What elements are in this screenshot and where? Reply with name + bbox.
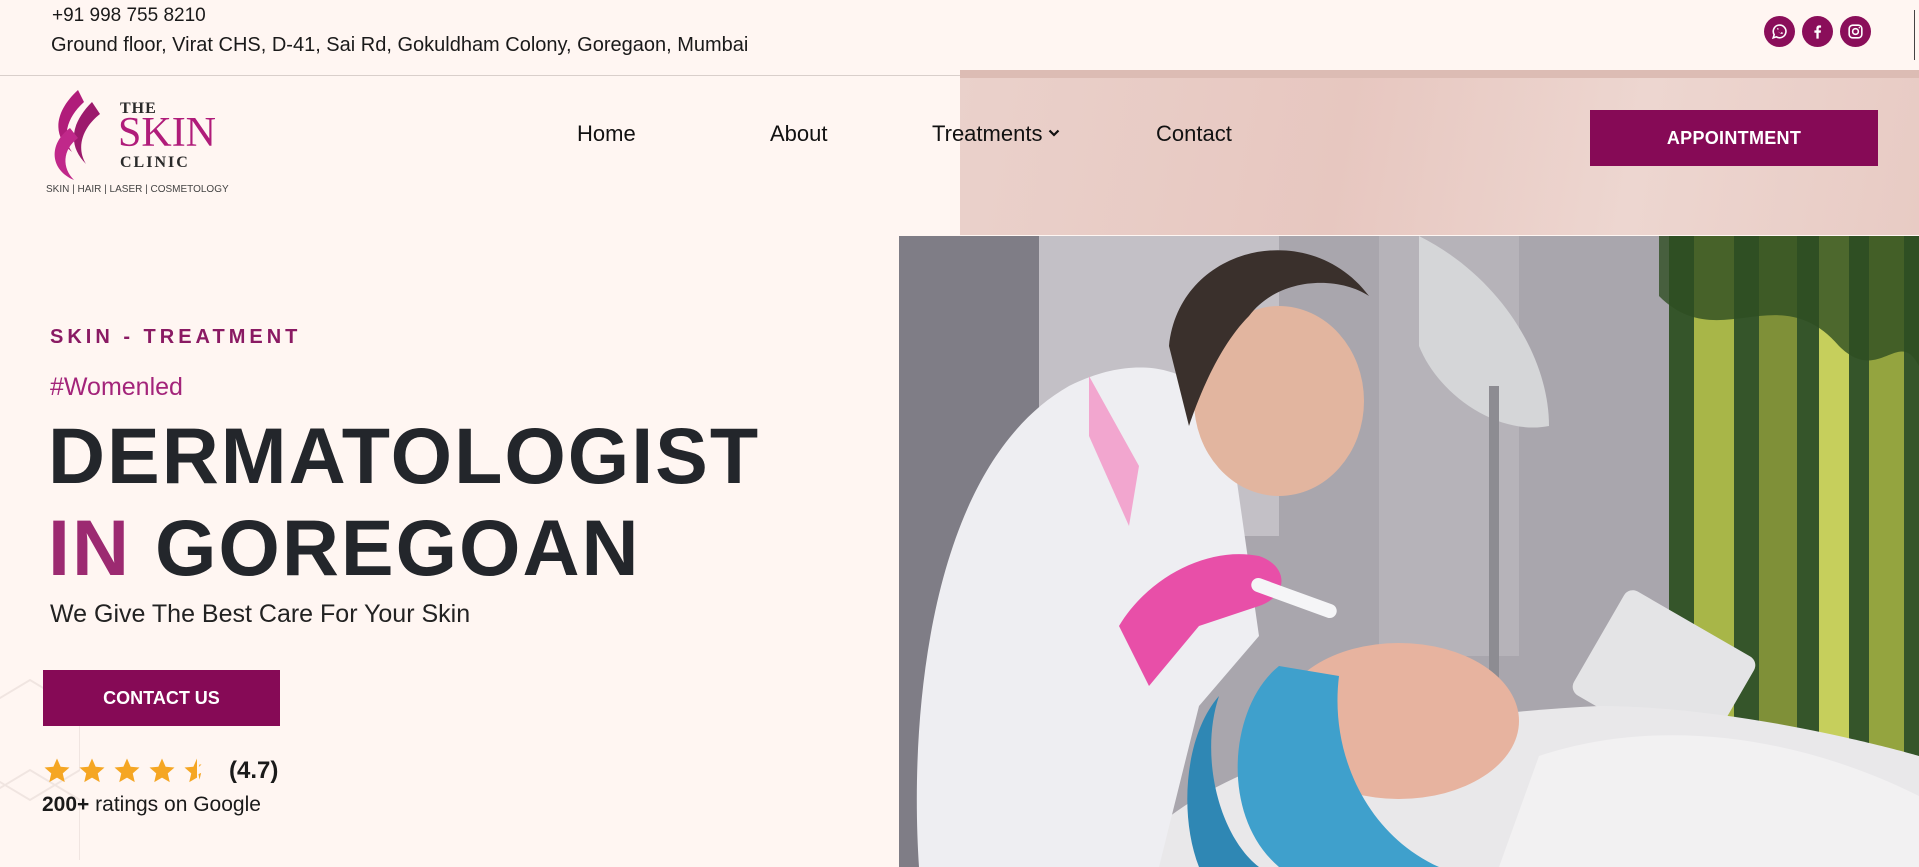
ratings-text: ratings on Google	[89, 793, 261, 816]
ratings-count: 200+	[42, 793, 90, 816]
rating-value: (4.7)	[229, 757, 279, 784]
contact-us-button[interactable]: CONTACT US	[43, 670, 280, 726]
logo-clinic: CLINIC	[120, 154, 190, 171]
appointment-button[interactable]: APPOINTMENT	[1590, 110, 1878, 166]
star-icon	[114, 758, 140, 783]
hero-hashtag: #Womenled	[50, 373, 183, 401]
star-icon	[149, 758, 175, 783]
ratings-count-line: 200+ ratings on Google	[42, 793, 261, 817]
treatment-illustration	[899, 236, 1919, 867]
nav-home[interactable]: Home	[577, 121, 636, 147]
nav-treatments[interactable]: Treatments	[932, 121, 1060, 147]
google-rating: (4.7)	[42, 756, 278, 786]
logo-mark-icon	[54, 90, 100, 180]
hero-title-line1: DERMATOLOGIST	[48, 411, 761, 500]
divider	[1914, 10, 1915, 60]
instagram-icon[interactable]	[1840, 16, 1871, 47]
hero-photo	[899, 236, 1919, 867]
logo-skin: SKIN	[118, 110, 217, 156]
top-info-bar: +91 998 755 8210 Ground floor, Virat CHS…	[0, 0, 1919, 76]
hero-eyebrow: SKIN - TREATMENT	[50, 326, 302, 348]
star-icon	[79, 758, 105, 783]
hero-subtitle: We Give The Best Care For Your Skin	[50, 600, 471, 628]
clinic-address: Ground floor, Virat CHS, D-41, Sai Rd, G…	[51, 34, 749, 56]
hero-title-place: GOREGOAN	[154, 503, 641, 592]
nav-treatments-label: Treatments	[932, 121, 1043, 146]
backdrop-streak	[960, 70, 1919, 78]
nav-about[interactable]: About	[770, 121, 828, 147]
clinic-logo[interactable]: THE SKIN CLINIC SKIN | HAIR | LASER | CO…	[44, 88, 244, 200]
hero-title-in: IN	[48, 503, 131, 592]
whatsapp-icon[interactable]	[1764, 16, 1795, 47]
logo-tagline: SKIN | HAIR | LASER | COSMETOLOGY	[46, 184, 229, 195]
social-links	[1764, 16, 1871, 47]
half-star-icon	[184, 758, 202, 783]
nav-contact[interactable]: Contact	[1156, 121, 1232, 147]
hero-title-line2: IN GOREGOAN	[48, 502, 760, 594]
star-icon	[44, 758, 70, 783]
facebook-icon[interactable]	[1802, 16, 1833, 47]
phone-number[interactable]: +91 998 755 8210	[52, 5, 206, 27]
hero-title: DERMATOLOGIST IN GOREGOAN	[48, 410, 760, 594]
chevron-down-icon	[1049, 129, 1060, 137]
